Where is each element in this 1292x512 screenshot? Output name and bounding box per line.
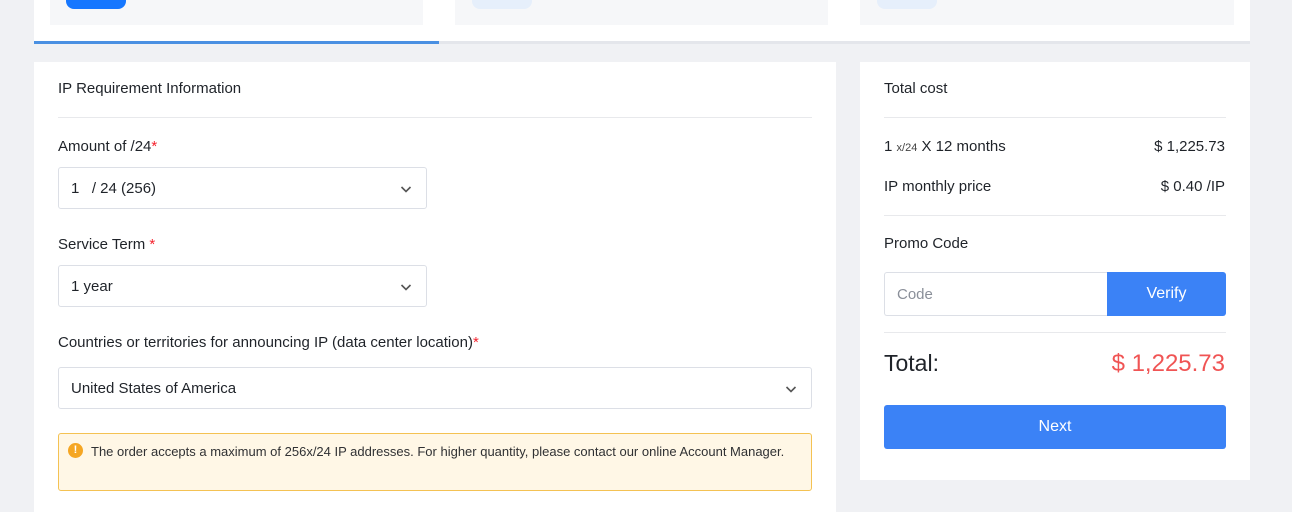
term-cost-value: $ 1,225.73 (1154, 138, 1225, 155)
step-progress-active (34, 41, 439, 44)
chevron-down-icon (400, 284, 412, 291)
step-2-badge (472, 0, 532, 9)
service-term-select[interactable]: 1 year (58, 265, 427, 307)
quantity-notice: ! The order accepts a maximum of 256x/24… (58, 433, 812, 491)
cost-summary-panel: Total cost 1 x/24 X 12 months $ 1,225.73… (860, 62, 1250, 480)
amount-label: Amount of /24* (58, 138, 158, 155)
total-value: $ 1,225.73 (1111, 350, 1225, 377)
promo-code-label: Promo Code (884, 235, 969, 252)
divider (884, 332, 1226, 333)
step-1-badge (66, 0, 126, 9)
monthly-price-label: IP monthly price (884, 178, 992, 195)
divider (58, 117, 812, 118)
chevron-down-icon (400, 186, 412, 193)
amount-select-value: 1 / 24 (256) (71, 179, 157, 197)
promo-code-input[interactable] (884, 272, 1108, 316)
term-cost-label: 1 x/24 X 12 months (884, 138, 1006, 155)
total-label: Total: (884, 350, 939, 376)
step-2[interactable] (455, 0, 828, 25)
ip-requirement-panel: IP Requirement Information Amount of /24… (34, 62, 836, 512)
country-select-value: United States of America (71, 379, 237, 397)
required-mark: * (149, 236, 156, 253)
required-mark: * (151, 138, 158, 155)
amount-select[interactable]: 1 / 24 (256) (58, 167, 427, 209)
step-progress-track (34, 41, 1250, 44)
country-select[interactable]: United States of America (58, 367, 812, 409)
service-term-value: 1 year (71, 277, 113, 295)
step-indicator (34, 0, 1250, 44)
summary-title: Total cost (884, 80, 948, 97)
step-1[interactable] (50, 0, 423, 25)
step-3[interactable] (860, 0, 1234, 25)
chevron-down-icon (785, 386, 797, 393)
verify-button[interactable]: Verify (1107, 272, 1226, 316)
divider (884, 117, 1226, 118)
required-mark: * (472, 334, 479, 351)
divider (884, 215, 1226, 216)
step-3-badge (877, 0, 937, 9)
term-label: Service Term * (58, 236, 156, 253)
monthly-price-row: IP monthly price $ 0.40 /IP (884, 178, 1225, 195)
next-button[interactable]: Next (884, 405, 1226, 449)
panel-title: IP Requirement Information (58, 80, 242, 97)
term-cost-row: 1 x/24 X 12 months $ 1,225.73 (884, 138, 1225, 155)
exclamation-circle-icon: ! (68, 443, 83, 458)
monthly-price-value: $ 0.40 /IP (1160, 178, 1225, 195)
notice-text: The order accepts a maximum of 256x/24 I… (91, 444, 785, 459)
country-label: Countries or territories for announcing … (58, 334, 479, 351)
